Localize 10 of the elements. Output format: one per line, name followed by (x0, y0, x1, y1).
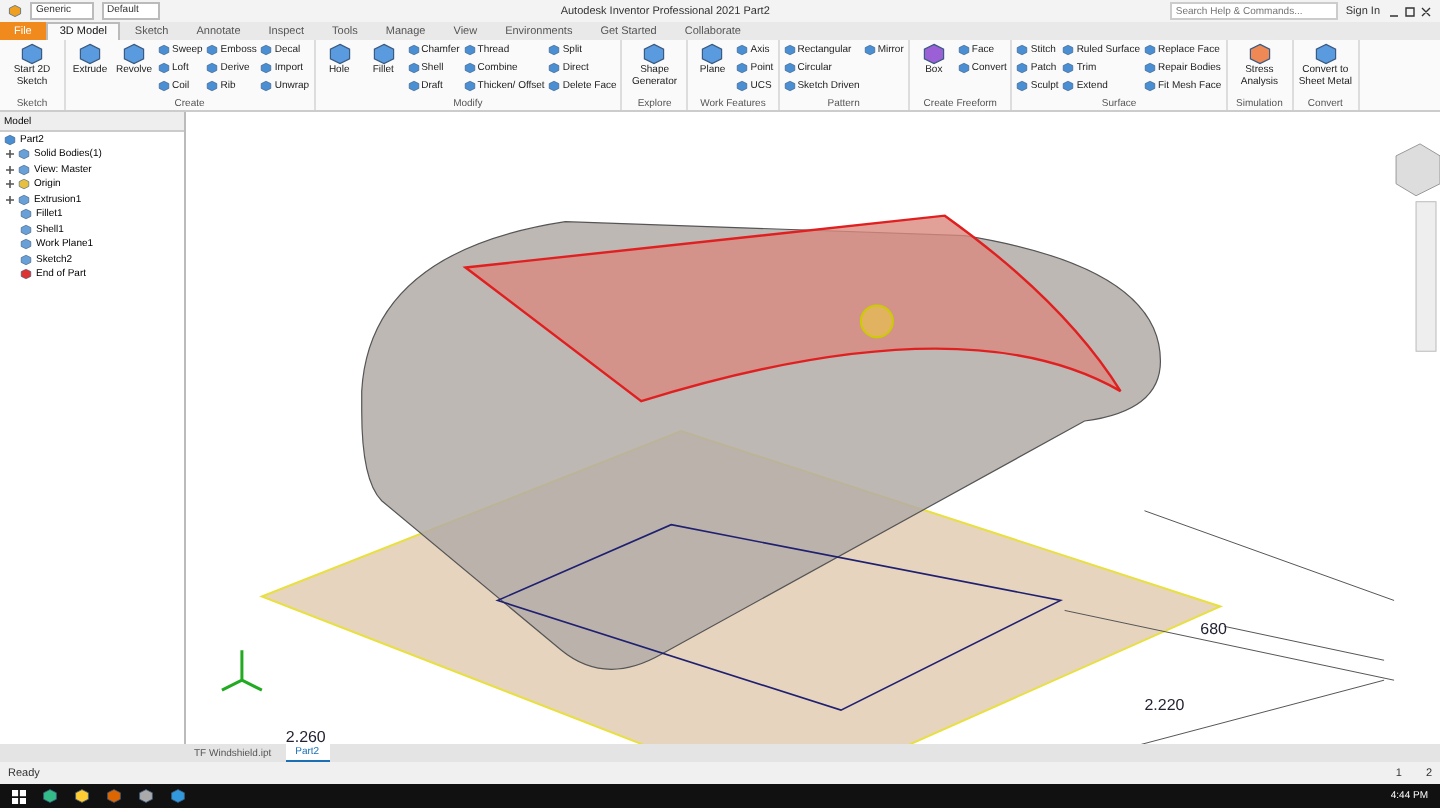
window-controls-icon[interactable] (1388, 5, 1432, 17)
app-logo-icon (8, 4, 22, 18)
axis-triad-icon (220, 648, 264, 692)
windows-logo-icon[interactable] (12, 789, 26, 803)
expand-icon[interactable] (6, 195, 14, 204)
expand-icon[interactable] (6, 150, 14, 159)
cube-icon (863, 44, 876, 56)
expand-icon[interactable] (6, 165, 14, 174)
cursor-icon (859, 304, 894, 339)
expand-icon[interactable] (6, 180, 14, 189)
